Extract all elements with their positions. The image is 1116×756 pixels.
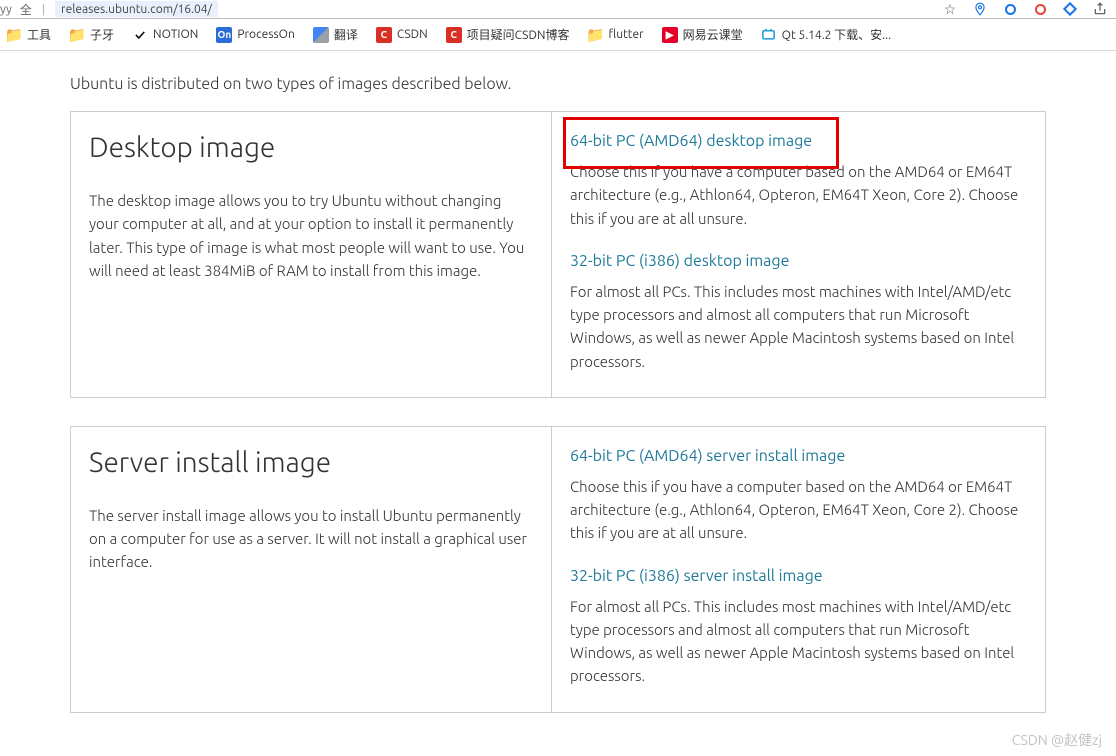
watermark: CSDN @赵健zj — [1012, 730, 1102, 750]
csdn-icon: C — [446, 27, 462, 43]
download-link-amd64-desktop[interactable]: 64-bit PC (AMD64) desktop image — [570, 132, 1023, 150]
section-description: The desktop image allows you to try Ubun… — [89, 189, 527, 282]
url-bar: yy 全 | releases.ubuntu.com/16.04/ ☆ — [0, 0, 1116, 19]
notion-icon: ✓ — [132, 27, 148, 43]
processon-icon: On — [216, 27, 232, 43]
bookmark-ziya[interactable]: 📁 子牙 — [69, 26, 114, 43]
section-heading: Desktop image — [89, 132, 527, 163]
bookmark-label: flutter — [609, 28, 644, 41]
bookmark-flutter[interactable]: 📁 flutter — [588, 27, 644, 43]
bookmark-label: Qt 5.14.2 下载、安... — [782, 26, 891, 43]
folder-icon: 📁 — [69, 27, 85, 43]
bookmark-label: 翻译 — [334, 26, 358, 43]
download-link-amd64-server[interactable]: 64-bit PC (AMD64) server install image — [570, 447, 1023, 465]
bookmark-qt[interactable]: Qt 5.14.2 下载、安... — [761, 26, 891, 43]
bookmark-translate[interactable]: 翻译 — [313, 26, 358, 43]
circle-red-icon[interactable] — [1032, 1, 1048, 17]
download-desc: Choose this if you have a computer based… — [570, 160, 1023, 230]
download-link-i386-desktop[interactable]: 32-bit PC (i386) desktop image — [570, 252, 1023, 270]
bookmark-csdn-blog[interactable]: C 项目疑问CSDN博客 — [446, 26, 570, 43]
bookmark-netease[interactable]: ▶ 网易云课堂 — [662, 26, 743, 43]
section-desktop-image: Desktop image The desktop image allows y… — [70, 111, 1046, 398]
bookmark-notion[interactable]: ✓ NOTION — [132, 27, 198, 43]
translate-icon — [313, 27, 329, 43]
section-heading: Server install image — [89, 447, 527, 478]
url-separator: | — [36, 3, 51, 16]
star-icon[interactable]: ☆ — [942, 1, 958, 17]
section-server-image: Server install image The server install … — [70, 426, 1046, 713]
bookmark-csdn[interactable]: C CSDN — [376, 27, 428, 43]
tab-fragment: yy — [0, 3, 12, 16]
download-desc: Choose this if you have a computer based… — [570, 475, 1023, 545]
bookmark-tools[interactable]: 📁 工具 — [6, 26, 51, 43]
netease-icon: ▶ — [662, 27, 678, 43]
diamond-icon[interactable] — [1062, 1, 1078, 17]
circle-blue-icon[interactable] — [1002, 1, 1018, 17]
bookmark-label: 项目疑问CSDN博客 — [467, 26, 570, 43]
csdn-icon: C — [376, 27, 392, 43]
bookmark-label: NOTION — [153, 28, 198, 41]
address-field[interactable]: releases.ubuntu.com/16.04/ — [55, 1, 218, 17]
folder-icon: 📁 — [6, 27, 22, 43]
flutter-icon: 📁 — [588, 27, 604, 43]
section-description: The server install image allows you to i… — [89, 504, 527, 574]
security-label: 全 — [16, 1, 32, 18]
bookmarks-bar: 📁 工具 📁 子牙 ✓ NOTION On ProcessOn 翻译 C CSD… — [0, 19, 1116, 51]
bookmark-label: 网易云课堂 — [683, 26, 743, 43]
download-desc: For almost all PCs. This includes most m… — [570, 280, 1023, 373]
intro-text: Ubuntu is distributed on two types of im… — [70, 75, 1046, 93]
bookmark-processon[interactable]: On ProcessOn — [216, 27, 294, 43]
qt-icon — [761, 27, 777, 43]
bookmark-label: 工具 — [27, 26, 51, 43]
page-content: Ubuntu is distributed on two types of im… — [0, 51, 1116, 713]
share-icon[interactable] — [1092, 1, 1108, 17]
download-desc: For almost all PCs. This includes most m… — [570, 595, 1023, 688]
bookmark-label: ProcessOn — [237, 28, 294, 41]
location-icon[interactable] — [972, 1, 988, 17]
download-link-i386-server[interactable]: 32-bit PC (i386) server install image — [570, 567, 1023, 585]
bookmark-label: 子牙 — [90, 26, 114, 43]
bookmark-label: CSDN — [397, 28, 428, 41]
